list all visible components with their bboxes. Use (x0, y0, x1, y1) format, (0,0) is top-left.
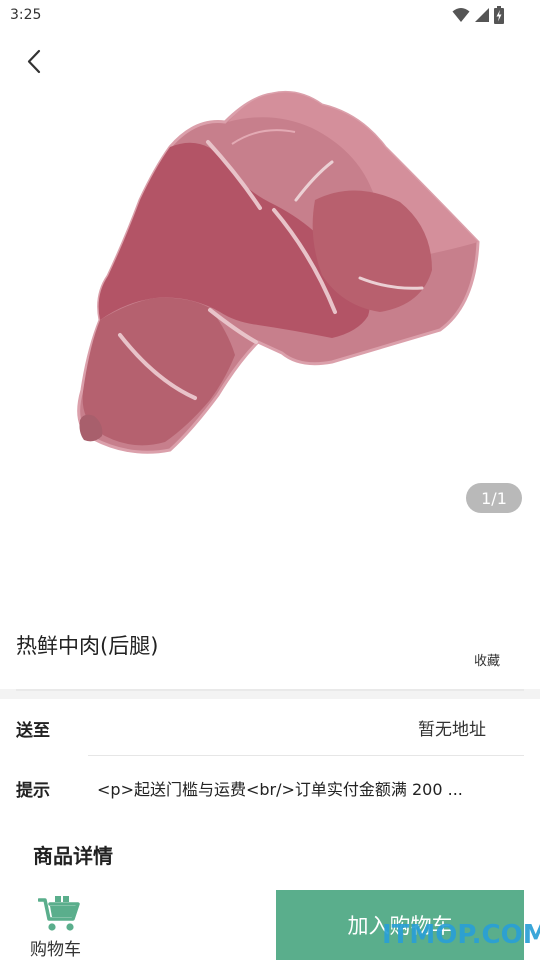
shopping-cart-icon (38, 896, 80, 931)
back-button[interactable] (18, 44, 54, 80)
row-divider (88, 755, 524, 756)
status-icons (452, 6, 504, 24)
battery-icon (494, 6, 504, 24)
cart-label: 购物车 (30, 940, 81, 960)
cart-button[interactable]: 购物车 (22, 892, 98, 960)
details-title: 商品详情 (33, 844, 113, 868)
tip-label: 提示 (16, 781, 50, 801)
cell-signal-icon (475, 8, 489, 22)
status-bar: 3:25 (0, 0, 540, 32)
section-divider (0, 689, 540, 699)
delivery-address[interactable]: 暂无地址 (418, 715, 486, 740)
watermark: ITMOP.COM (382, 920, 540, 950)
chevron-left-icon (27, 49, 41, 74)
image-counter: 1/1 (466, 483, 522, 513)
tip-text: <p>起送门槛与运费<br/>订单实付金额满 200 ... (97, 780, 463, 799)
product-image[interactable] (60, 80, 500, 470)
delivery-label: 送至 (16, 721, 50, 741)
wifi-icon (452, 8, 470, 22)
status-time: 3:25 (10, 7, 42, 23)
product-title: 热鲜中肉(后腿) (16, 634, 159, 658)
favorite-button[interactable]: 收藏 (474, 650, 500, 669)
